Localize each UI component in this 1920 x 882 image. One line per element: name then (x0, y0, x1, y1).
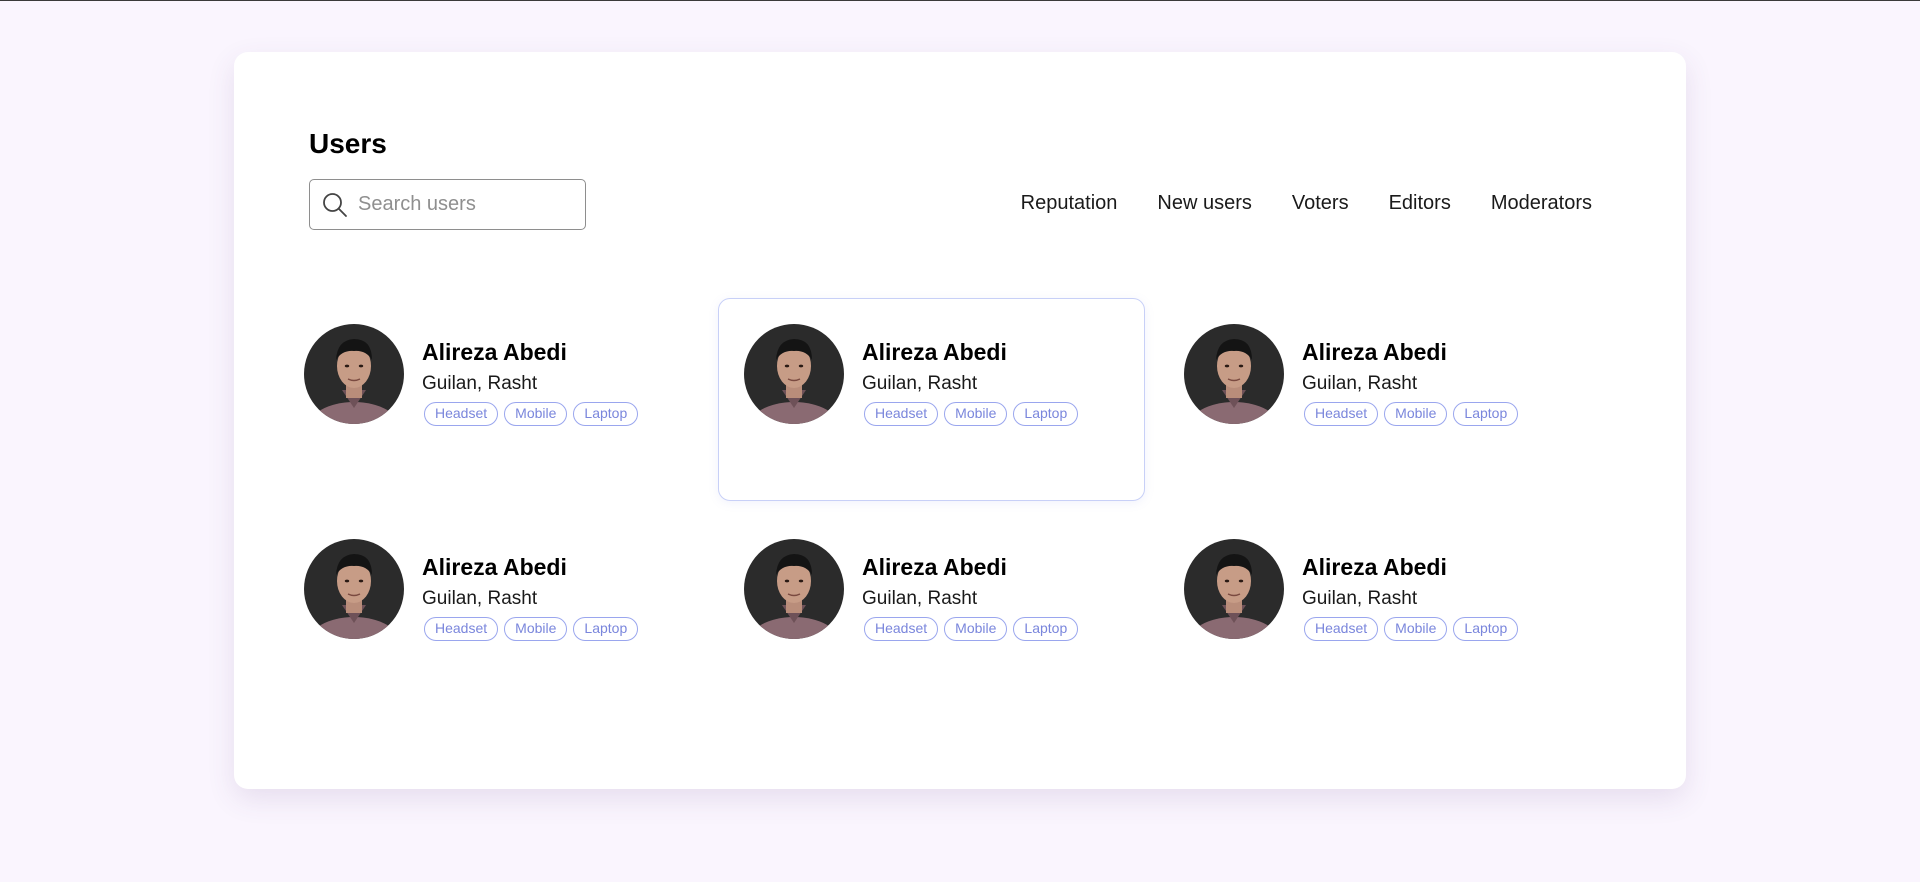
user-name[interactable]: Alireza Abedi (422, 339, 567, 366)
tab-new-users[interactable]: New users (1157, 192, 1251, 215)
search-box[interactable] (309, 179, 586, 230)
tab-editors[interactable]: Editors (1389, 192, 1451, 215)
user-card[interactable]: Alireza Abedi Guilan, Rasht Headset Mobil… (1158, 298, 1585, 501)
tag-mobile[interactable]: Mobile (1384, 402, 1448, 426)
user-card[interactable]: Alireza Abedi Guilan, Rasht Headset Mobil… (1158, 513, 1585, 716)
user-location: Guilan, Rasht (1302, 588, 1418, 609)
user-card[interactable]: Alireza Abedi Guilan, Rasht Headset Mobil… (278, 513, 705, 716)
user-tags: Headset Mobile Laptop (1304, 402, 1519, 426)
user-tags: Headset Mobile Laptop (864, 617, 1079, 641)
user-card[interactable]: Alireza Abedi Guilan, Rasht Headset Mobil… (718, 298, 1145, 501)
user-name[interactable]: Alireza Abedi (862, 339, 1007, 366)
user-name[interactable]: Alireza Abedi (1302, 339, 1447, 366)
tag-mobile[interactable]: Mobile (944, 617, 1008, 641)
avatar[interactable] (744, 324, 844, 424)
user-name[interactable]: Alireza Abedi (1302, 554, 1447, 581)
tag-laptop[interactable]: Laptop (573, 402, 639, 426)
search-icon (323, 192, 347, 217)
tag-headset[interactable]: Headset (424, 402, 499, 426)
tag-headset[interactable]: Headset (864, 402, 939, 426)
user-filter-tabs: Reputation New users Voters Editors Mode… (1021, 192, 1592, 215)
user-card[interactable]: Alireza Abedi Guilan, Rasht Headset Mobil… (278, 298, 705, 501)
page-title: Users (309, 128, 387, 159)
user-tags: Headset Mobile Laptop (864, 402, 1079, 426)
user-name[interactable]: Alireza Abedi (422, 554, 567, 581)
avatar[interactable] (1184, 539, 1284, 639)
tab-voters[interactable]: Voters (1292, 192, 1349, 215)
tag-headset[interactable]: Headset (864, 617, 939, 641)
user-tags: Headset Mobile Laptop (424, 617, 639, 641)
avatar[interactable] (304, 539, 404, 639)
avatar[interactable] (1184, 324, 1284, 424)
avatar[interactable] (744, 539, 844, 639)
tag-mobile[interactable]: Mobile (504, 402, 568, 426)
user-location: Guilan, Rasht (422, 588, 538, 609)
tag-mobile[interactable]: Mobile (504, 617, 568, 641)
user-location: Guilan, Rasht (862, 373, 978, 394)
avatar[interactable] (304, 324, 404, 424)
tag-laptop[interactable]: Laptop (1453, 617, 1519, 641)
user-tags: Headset Mobile Laptop (1304, 617, 1519, 641)
user-name[interactable]: Alireza Abedi (862, 554, 1007, 581)
user-tags: Headset Mobile Laptop (424, 402, 639, 426)
search-input[interactable] (358, 193, 558, 216)
tag-laptop[interactable]: Laptop (1013, 402, 1079, 426)
tag-headset[interactable]: Headset (1304, 617, 1379, 641)
tag-headset[interactable]: Headset (424, 617, 499, 641)
tag-headset[interactable]: Headset (1304, 402, 1379, 426)
tag-laptop[interactable]: Laptop (573, 617, 639, 641)
tab-reputation[interactable]: Reputation (1021, 192, 1118, 215)
user-location: Guilan, Rasht (1302, 373, 1418, 394)
tag-mobile[interactable]: Mobile (944, 402, 1008, 426)
tag-laptop[interactable]: Laptop (1013, 617, 1079, 641)
tab-moderators[interactable]: Moderators (1491, 192, 1592, 215)
users-panel: Users Reputation New users Voters Editor… (234, 52, 1686, 789)
user-location: Guilan, Rasht (422, 373, 538, 394)
tag-mobile[interactable]: Mobile (1384, 617, 1448, 641)
top-border (0, 0, 1920, 1)
tag-laptop[interactable]: Laptop (1453, 402, 1519, 426)
user-location: Guilan, Rasht (862, 588, 978, 609)
user-card[interactable]: Alireza Abedi Guilan, Rasht Headset Mobil… (718, 513, 1145, 716)
